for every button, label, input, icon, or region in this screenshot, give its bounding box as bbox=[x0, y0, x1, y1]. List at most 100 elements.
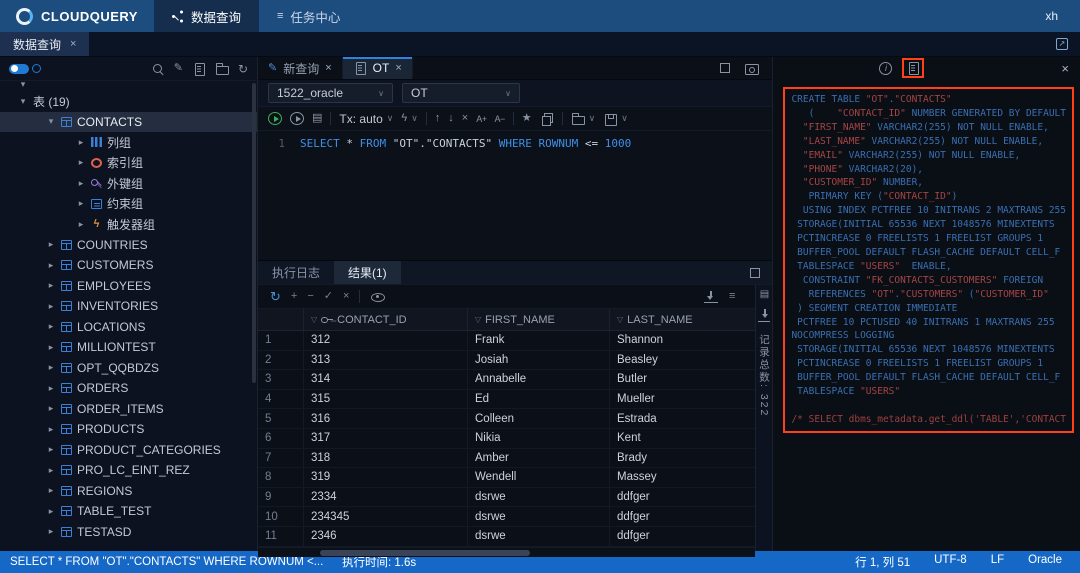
tree-item-约束组[interactable]: ▸约束组 bbox=[0, 194, 257, 215]
expand-arrow-icon[interactable]: ▸ bbox=[46, 239, 56, 250]
data-cell[interactable]: Massey bbox=[610, 468, 774, 487]
row-number-cell[interactable]: 8 bbox=[258, 468, 304, 487]
table-row[interactable]: 4315EdMuellere bbox=[258, 390, 755, 410]
expand-arrow-icon[interactable]: ▸ bbox=[76, 157, 86, 168]
data-cell[interactable]: dsrwe bbox=[468, 527, 610, 546]
nav-tab-task-center[interactable]: ≡ 任务中心 bbox=[259, 0, 358, 32]
data-cell[interactable]: 234345 bbox=[304, 507, 468, 526]
data-cell[interactable]: 317 bbox=[304, 429, 468, 448]
toggle-switch-icon[interactable] bbox=[9, 64, 29, 74]
table-row[interactable]: 92334dsrweddfgerd bbox=[258, 488, 755, 508]
expand-arrow-icon[interactable]: ▸ bbox=[76, 198, 86, 209]
dialect-indicator[interactable]: Oracle bbox=[1028, 554, 1062, 570]
tree-item-table_test[interactable]: ▸TABLE_TEST bbox=[0, 501, 257, 522]
save-button[interactable]: ∨ bbox=[603, 112, 628, 126]
close-icon[interactable]: × bbox=[70, 38, 76, 50]
data-cell[interactable]: ddfger bbox=[610, 488, 774, 507]
commit-icon[interactable]: ✓ bbox=[324, 291, 333, 302]
tree-item-orders[interactable]: ▸ORDERS bbox=[0, 378, 257, 399]
table-row[interactable]: 112346dsrweddfgerd bbox=[258, 527, 755, 547]
close-icon[interactable]: × bbox=[395, 62, 401, 74]
data-cell[interactable]: ddfger bbox=[610, 527, 774, 546]
row-number-cell[interactable]: 3 bbox=[258, 370, 304, 389]
preview-icon[interactable] bbox=[370, 290, 384, 304]
eol-indicator[interactable]: LF bbox=[991, 554, 1004, 570]
tree-item-product_categories[interactable]: ▸PRODUCT_CATEGORIES bbox=[0, 440, 257, 461]
encoding-indicator[interactable]: UTF-8 bbox=[934, 554, 967, 570]
tree-item-列组[interactable]: ▸列组 bbox=[0, 132, 257, 153]
grid-view-icon[interactable]: ▤ bbox=[760, 290, 769, 300]
data-cell[interactable]: Kent bbox=[610, 429, 774, 448]
row-number-cell[interactable]: 1 bbox=[258, 331, 304, 350]
delete-row-icon[interactable]: − bbox=[307, 291, 313, 302]
clear-icon[interactable]: × bbox=[462, 113, 468, 124]
folder-icon[interactable] bbox=[215, 62, 229, 76]
column-header-last_name[interactable]: ▽LAST_NAME bbox=[610, 309, 774, 330]
data-cell[interactable]: Annabelle bbox=[468, 370, 610, 389]
expand-arrow-icon[interactable]: ▸ bbox=[46, 383, 56, 394]
data-cell[interactable]: dsrwe bbox=[468, 488, 610, 507]
data-cell[interactable]: Frank bbox=[468, 331, 610, 350]
table-row[interactable]: 6317NikiaKentn bbox=[258, 429, 755, 449]
sql-editor[interactable]: 1 SELECT * FROM "OT"."CONTACTS" WHERE RO… bbox=[258, 131, 772, 261]
row-number-cell[interactable]: 11 bbox=[258, 527, 304, 546]
row-number-cell[interactable]: 5 bbox=[258, 409, 304, 428]
data-cell[interactable]: Wendell bbox=[468, 468, 610, 487]
data-cell[interactable]: Josiah bbox=[468, 351, 610, 370]
data-cell[interactable]: 316 bbox=[304, 409, 468, 428]
close-icon[interactable]: × bbox=[325, 62, 331, 74]
tree-item-products[interactable]: ▸PRODUCTS bbox=[0, 419, 257, 440]
table-row[interactable]: 10234345dsrweddfgerd bbox=[258, 507, 755, 527]
expand-arrow-icon[interactable]: ▸ bbox=[76, 178, 86, 189]
favorite-icon[interactable]: ★ bbox=[522, 113, 532, 124]
quick-actions-button[interactable]: ϟ ∨ bbox=[401, 113, 417, 124]
new-document-icon[interactable] bbox=[192, 62, 206, 76]
column-header-first_name[interactable]: ▽FIRST_NAME bbox=[468, 309, 610, 330]
filter-icon[interactable]: ▽ bbox=[311, 315, 317, 324]
row-number-cell[interactable]: 7 bbox=[258, 449, 304, 468]
sidebar-scrollbar[interactable] bbox=[252, 83, 256, 383]
expand-arrow-icon[interactable]: ▸ bbox=[46, 403, 56, 414]
run-selection-button[interactable] bbox=[290, 112, 304, 125]
expand-arrow-icon[interactable]: ▸ bbox=[76, 137, 86, 148]
user-menu[interactable]: xh bbox=[1023, 0, 1080, 32]
row-number-cell[interactable]: 9 bbox=[258, 488, 304, 507]
workspace-tab-data-query[interactable]: 数据查询 × bbox=[0, 32, 89, 56]
filter-icon[interactable]: ▽ bbox=[617, 315, 623, 324]
data-cell[interactable]: Mueller bbox=[610, 390, 774, 409]
table-row[interactable]: 7318AmberBradya bbox=[258, 449, 755, 469]
tree-item-milliontest[interactable]: ▸MILLIONTEST bbox=[0, 337, 257, 358]
table-row[interactable]: 2313JosiahBeasleyj bbox=[258, 351, 755, 371]
copy-icon[interactable] bbox=[540, 112, 554, 126]
move-down-icon[interactable]: ↓ bbox=[448, 113, 454, 124]
table-row[interactable]: 8319WendellMasseyw bbox=[258, 468, 755, 488]
tree-item-触发器组[interactable]: ▸ϟ触发器组 bbox=[0, 214, 257, 235]
tree-item-order_items[interactable]: ▸ORDER_ITEMS bbox=[0, 399, 257, 420]
expand-arrow-icon[interactable]: ▸ bbox=[46, 526, 56, 537]
info-icon[interactable]: i bbox=[879, 62, 892, 75]
tree-item-regions[interactable]: ▸REGIONS bbox=[0, 481, 257, 502]
data-cell[interactable]: 2334 bbox=[304, 488, 468, 507]
expand-arrow-icon[interactable]: ▸ bbox=[46, 424, 56, 435]
tree-item-contacts[interactable]: ▾CONTACTS bbox=[0, 112, 257, 133]
editor-tab-new-query[interactable]: ✎ 新查询 × bbox=[258, 57, 343, 79]
scrollbar-thumb[interactable] bbox=[320, 550, 530, 556]
snapshot-icon[interactable] bbox=[744, 61, 758, 75]
tree-item-employees[interactable]: ▸EMPLOYEES bbox=[0, 276, 257, 297]
expand-arrow-icon[interactable]: ▸ bbox=[46, 280, 56, 291]
data-cell[interactable]: 318 bbox=[304, 449, 468, 468]
font-decrease-button[interactable]: A− bbox=[494, 114, 504, 124]
font-increase-button[interactable]: A+ bbox=[476, 114, 486, 124]
row-number-cell[interactable]: 10 bbox=[258, 507, 304, 526]
data-cell[interactable]: Colleen bbox=[468, 409, 610, 428]
tree-item-locations[interactable]: ▸LOCATIONS bbox=[0, 317, 257, 338]
tree-item-countries[interactable]: ▸COUNTRIES bbox=[0, 235, 257, 256]
table-row[interactable]: 3314AnnabelleButlera bbox=[258, 370, 755, 390]
data-cell[interactable]: 312 bbox=[304, 331, 468, 350]
move-up-icon[interactable]: ↑ bbox=[435, 113, 441, 124]
row-number-cell[interactable]: 2 bbox=[258, 351, 304, 370]
tree-item[interactable]: ▾ bbox=[0, 81, 257, 91]
expand-arrow-icon[interactable]: ▸ bbox=[46, 362, 56, 373]
tree-item-pro_lc_eint_rez[interactable]: ▸PRO_LC_EINT_REZ bbox=[0, 460, 257, 481]
expand-arrow-icon[interactable]: ▸ bbox=[46, 301, 56, 312]
